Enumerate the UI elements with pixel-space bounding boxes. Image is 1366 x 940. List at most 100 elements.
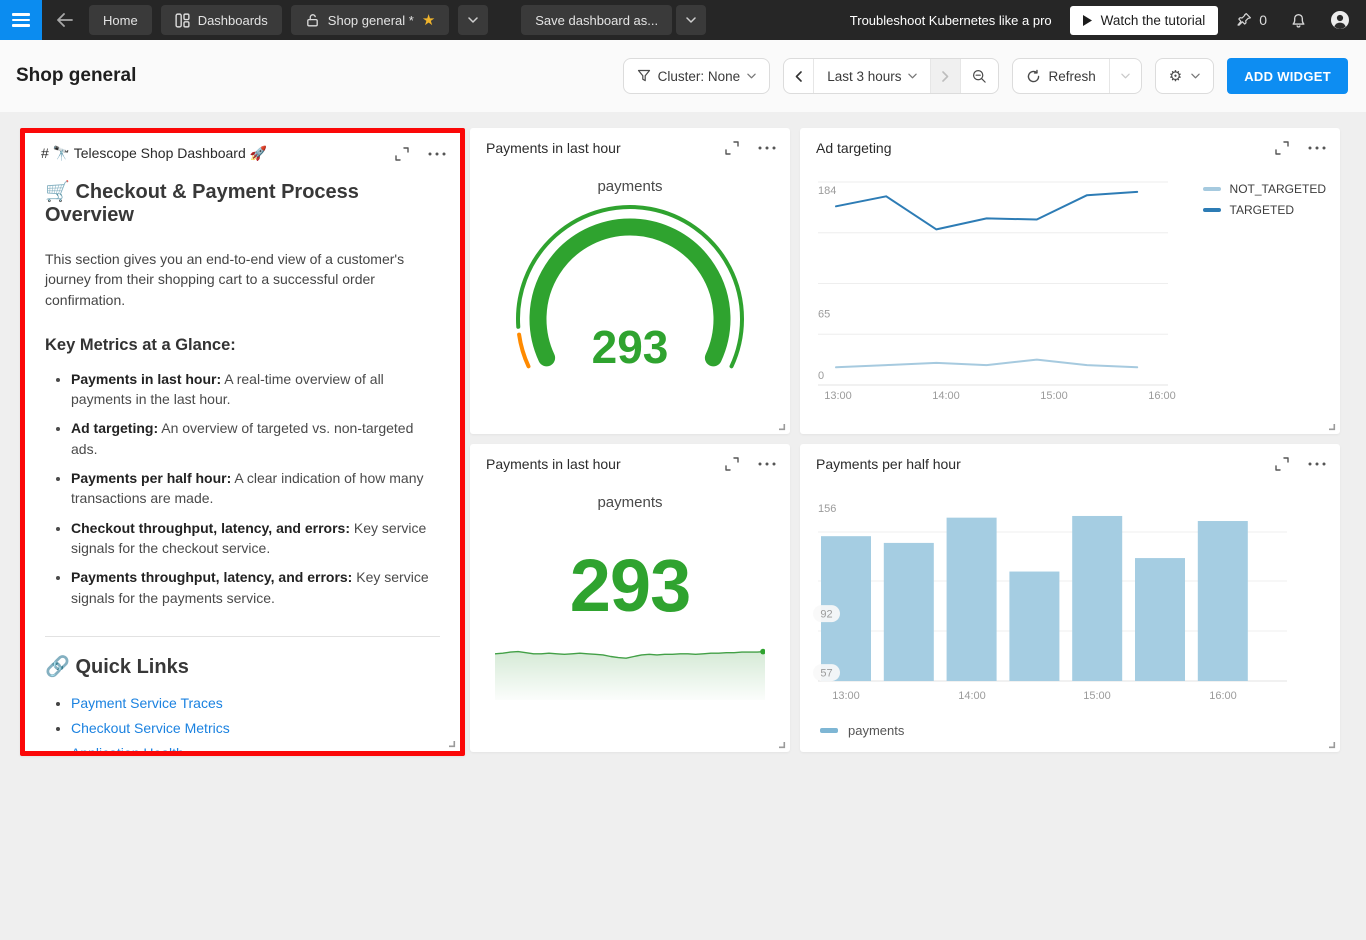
legend-swatch-not-targeted (1203, 187, 1221, 191)
resize-handle-icon[interactable] (777, 422, 786, 431)
list-item: Checkout Service Metrics (71, 720, 440, 736)
sparkline-chart (495, 638, 765, 700)
chart-legend: NOT_TARGETED TARGETED (1203, 182, 1326, 217)
dashboard-settings-button[interactable]: ⚙ (1155, 58, 1214, 94)
link-payment-service-traces[interactable]: Payment Service Traces (71, 695, 223, 711)
settings-segment[interactable]: ⚙ (1156, 59, 1213, 93)
svg-text:156: 156 (818, 503, 836, 515)
arrow-left-icon (56, 13, 73, 27)
markdown-heading: 🛒 Checkout & Payment Process Overview (45, 179, 440, 227)
dashboards-grid-icon (175, 13, 190, 28)
svg-text:184: 184 (818, 185, 836, 197)
expand-icon[interactable] (725, 141, 739, 155)
resize-handle-icon[interactable] (1327, 422, 1336, 431)
metrics-heading: Key Metrics at a Glance: (45, 336, 440, 355)
refresh-label: Refresh (1048, 69, 1095, 84)
legend-swatch-payments (820, 728, 838, 733)
markdown-content: 🛒 Checkout & Payment Process Overview Th… (25, 179, 460, 756)
expand-icon[interactable] (395, 147, 409, 161)
refresh-options-chevron[interactable] (1110, 59, 1141, 93)
widget-title: Payments in last hour (486, 456, 621, 472)
more-options-icon[interactable] (758, 146, 776, 150)
legend-swatch-targeted (1203, 208, 1221, 212)
svg-text:65: 65 (818, 308, 830, 320)
payments-per-half-hour-widget: Payments per half hour 156925713:0014:00… (800, 444, 1340, 752)
zoom-out-time-button[interactable] (961, 59, 998, 93)
refresh-button[interactable]: Refresh (1013, 59, 1109, 93)
page-header: Shop general Cluster: None Last 3 hours (0, 40, 1366, 112)
time-forward-button[interactable] (931, 59, 961, 93)
resize-handle-icon[interactable] (447, 739, 456, 748)
legend-label: payments (848, 723, 904, 738)
widget-header: Payments in last hour (470, 444, 790, 472)
more-options-icon[interactable] (428, 152, 446, 156)
favorite-star-icon[interactable]: ★ (422, 13, 435, 28)
time-range-control: Last 3 hours (783, 58, 999, 94)
hamburger-menu-button[interactable] (0, 0, 42, 40)
link-application-health[interactable]: Application Health (71, 745, 184, 756)
expand-icon[interactable] (725, 457, 739, 471)
markdown-widget: # 🔭 Telescope Shop Dashboard 🚀 🛒 Checkou… (20, 128, 465, 756)
quick-links-list: Payment Service Traces Checkout Service … (45, 695, 440, 756)
pinned-items-button[interactable]: 0 (1236, 12, 1267, 28)
list-item: Application Health (71, 745, 440, 756)
svg-text:13:00: 13:00 (824, 390, 852, 402)
add-widget-button[interactable]: ADD WIDGET (1227, 58, 1348, 94)
unlock-icon (305, 12, 320, 28)
metrics-list: Payments in last hour: A real-time overv… (45, 369, 440, 608)
cluster-filter-button[interactable]: Cluster: None (623, 58, 771, 94)
svg-text:16:00: 16:00 (1148, 390, 1176, 402)
cluster-filter-segment[interactable]: Cluster: None (624, 59, 770, 93)
bar-chart: 156925713:0014:0015:0016:00 (800, 484, 1340, 746)
time-back-button[interactable] (784, 59, 814, 93)
widget-title: Payments per half hour (816, 456, 961, 472)
tab-home[interactable]: Home (89, 5, 152, 35)
list-item: Checkout throughput, latency, and errors… (71, 518, 440, 559)
resize-handle-icon[interactable] (1327, 740, 1336, 749)
more-options-icon[interactable] (1308, 146, 1326, 150)
widget-header: # 🔭 Telescope Shop Dashboard 🚀 (25, 133, 460, 162)
chart-legend: payments (820, 723, 904, 738)
navbar-right-icons: 0 (1236, 10, 1350, 30)
svg-text:92: 92 (820, 609, 832, 621)
list-item: Payments per half hour: A clear indicati… (71, 468, 440, 509)
save-dashboard-label: Save dashboard as... (535, 13, 658, 28)
link-checkout-service-metrics[interactable]: Checkout Service Metrics (71, 720, 230, 736)
tab-dashboards[interactable]: Dashboards (161, 5, 282, 35)
more-options-icon[interactable] (1308, 462, 1326, 466)
number-series-label: payments (470, 494, 790, 511)
top-navbar: Home Dashboards Shop general * ★ Save da… (0, 0, 1366, 40)
expand-icon[interactable] (1275, 457, 1289, 471)
widget-header: Payments in last hour (470, 128, 790, 156)
resize-handle-icon[interactable] (777, 740, 786, 749)
divider (45, 636, 440, 637)
svg-text:16:00: 16:00 (1209, 690, 1237, 702)
tab-options-chevron[interactable] (458, 5, 488, 35)
notifications-button[interactable] (1290, 12, 1307, 29)
watch-tutorial-button[interactable]: Watch the tutorial (1070, 6, 1219, 35)
refresh-icon (1026, 69, 1041, 84)
back-arrow-button[interactable] (56, 13, 73, 27)
expand-icon[interactable] (1275, 141, 1289, 155)
chevron-down-icon (686, 17, 696, 23)
save-options-chevron[interactable] (676, 5, 706, 35)
list-item: Payments in last hour: A real-time overv… (71, 369, 440, 410)
more-options-icon[interactable] (758, 462, 776, 466)
user-menu-button[interactable] (1330, 10, 1350, 30)
widget-header: Payments per half hour (800, 444, 1340, 472)
legend-item: NOT_TARGETED (1203, 182, 1326, 196)
tab-shop-general[interactable]: Shop general * ★ (291, 5, 449, 35)
cluster-filter-label: Cluster: None (658, 69, 741, 84)
watch-tutorial-label: Watch the tutorial (1101, 13, 1206, 28)
time-range-dropdown[interactable]: Last 3 hours (814, 59, 931, 93)
svg-text:14:00: 14:00 (932, 390, 960, 402)
play-icon (1083, 15, 1092, 26)
svg-text:14:00: 14:00 (958, 690, 986, 702)
svg-text:0: 0 (818, 370, 824, 382)
widget-header: Ad targeting (800, 128, 1340, 156)
chevron-down-icon (1121, 73, 1130, 79)
promo-text: Troubleshoot Kubernetes like a pro (850, 13, 1052, 28)
save-dashboard-as-button[interactable]: Save dashboard as... (521, 5, 672, 35)
svg-text:57: 57 (820, 668, 832, 680)
time-range-label: Last 3 hours (827, 69, 901, 84)
